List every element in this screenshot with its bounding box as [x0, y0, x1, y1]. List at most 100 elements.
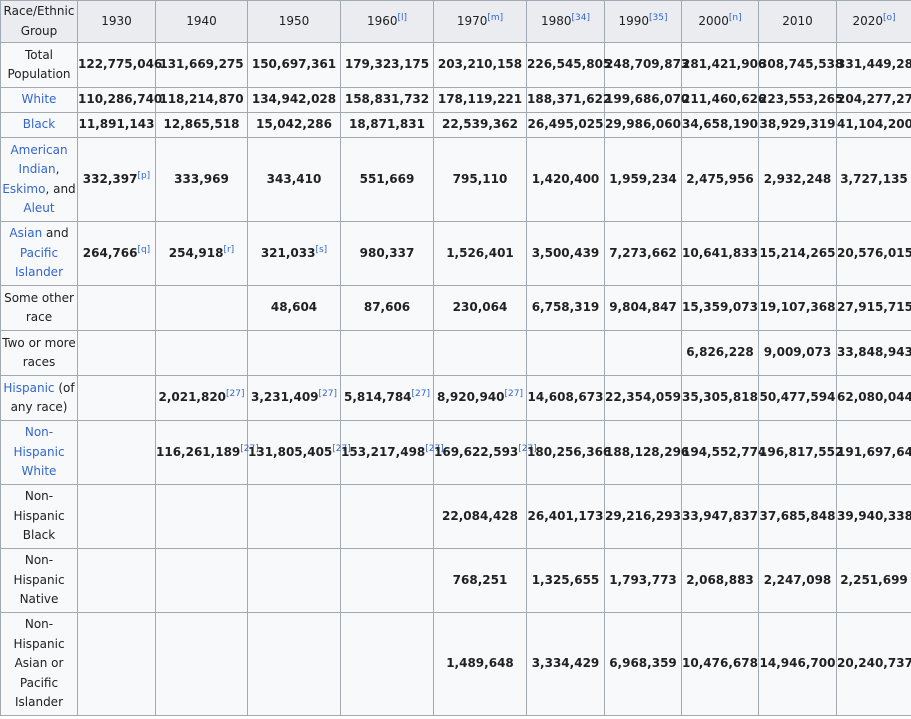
population-cell: 118,214,870	[155, 87, 248, 113]
row-label-two-or-more: Two or more races	[0, 330, 78, 376]
population-cell: 308,745,538	[758, 42, 843, 88]
population-cell: 9,804,847	[604, 285, 682, 331]
population-cell: 3,727,135	[836, 137, 911, 222]
footnote-link[interactable]: [l]	[398, 13, 408, 23]
cell-value: 12,865,518	[163, 117, 240, 132]
cell-value: 254,918	[168, 245, 224, 260]
population-cell: 3,231,409[27]	[247, 375, 341, 421]
population-cell: 150,697,361	[247, 42, 341, 88]
population-cell	[77, 330, 156, 376]
cell-value: 10,641,833	[682, 245, 758, 260]
population-cell	[340, 548, 434, 613]
cell-value: 178,119,221	[437, 92, 523, 107]
population-cell: 281,421,906	[681, 42, 766, 88]
cell-value: 1,526,401	[446, 245, 514, 260]
cell-value: 211,460,626	[682, 92, 767, 107]
footnote-link[interactable]: [m]	[487, 13, 503, 23]
population-cell: 38,929,319	[758, 112, 837, 138]
population-cell: 29,986,060	[604, 112, 682, 138]
year-header-1940: 1940	[155, 0, 248, 43]
cell-value: 3,500,439	[531, 245, 600, 260]
population-cell	[77, 420, 156, 485]
population-cell	[155, 548, 248, 613]
row-label-link[interactable]: Non-Hispanic White	[13, 425, 64, 478]
cell-value: 223,553,265	[759, 92, 844, 107]
cell-value: 29,986,060	[605, 117, 681, 132]
cell-value: 5,814,784	[343, 390, 412, 405]
year-header-2000: 2000[n]	[681, 0, 759, 43]
cell-value: 343,410	[266, 171, 322, 186]
population-cell: 37,685,848	[758, 484, 837, 549]
cell-value: 26,401,173	[527, 508, 604, 523]
population-cell: 188,128,296	[604, 420, 689, 485]
row-label-link[interactable]: Hispanic	[3, 381, 54, 395]
population-cell: 1,325,655	[526, 548, 605, 613]
cell-value: 50,477,594	[759, 390, 836, 405]
row-label-other-race: Some other race	[0, 285, 78, 331]
cell-value: 10,476,678	[682, 656, 758, 671]
footnote-link[interactable]: [p]	[137, 171, 150, 181]
table-row: Black 11,891,143 12,865,518 15,042,286 18,87…	[0, 112, 911, 138]
population-cell: 196,817,552	[758, 420, 843, 485]
population-cell: 27,915,715	[836, 285, 911, 331]
table-row: Some other race 48,604 87,606 230,064 6,758,…	[0, 285, 911, 331]
population-cell: 15,042,286	[247, 112, 341, 138]
footnote-link[interactable]: [27]	[226, 389, 244, 399]
population-cell: 333,969	[155, 137, 248, 222]
population-cell: 15,359,073	[681, 285, 759, 331]
population-cell: 331,449,281	[836, 42, 911, 88]
header-group-label: Race/Ethnic Group	[0, 0, 78, 43]
population-cell: 19,107,368	[758, 285, 837, 331]
cell-value: 333,969	[174, 171, 229, 186]
cell-value: 2,251,699	[840, 572, 908, 587]
cell-value: 27,915,715	[837, 300, 911, 315]
population-cell: 20,576,015	[836, 221, 911, 286]
footnote-link[interactable]: [o]	[883, 13, 896, 23]
row-label-link[interactable]: Black	[23, 117, 55, 131]
cell-value: 980,337	[359, 245, 415, 260]
footnote-link[interactable]: [35]	[649, 13, 667, 23]
cell-value: 15,359,073	[682, 300, 758, 315]
year-label: 1930	[101, 13, 132, 28]
population-cell: 199,686,070	[604, 87, 689, 113]
population-cell: 153,217,498[27]	[340, 420, 444, 485]
population-cell: 2,251,699	[836, 548, 911, 613]
population-cell: 179,323,175	[340, 42, 434, 88]
cell-value: 37,685,848	[759, 508, 836, 523]
cell-value: 14,608,673	[527, 390, 604, 405]
row-label-link[interactable]: White	[22, 92, 57, 106]
footnote-link[interactable]: [27]	[412, 389, 430, 399]
row-label-link[interactable]: Eskimo	[2, 182, 45, 196]
row-label-link[interactable]: Asian	[9, 226, 42, 240]
footnote-link[interactable]: [n]	[729, 13, 742, 23]
table-body: Total Population 122,775,046 131,669,275 15…	[0, 42, 911, 716]
cell-value: 134,942,028	[251, 92, 337, 107]
cell-value: 33,947,837	[682, 508, 758, 523]
population-cell	[604, 330, 682, 376]
row-label-hispanic: Hispanic (of any race)	[0, 375, 78, 421]
footnote-link[interactable]: [r]	[223, 245, 234, 255]
cell-value: 2,932,248	[763, 171, 832, 186]
cell-value: 2,475,956	[686, 171, 754, 186]
footnote-link[interactable]: [q]	[137, 245, 150, 255]
population-cell: 203,210,158	[433, 42, 527, 88]
population-cell: 14,608,673	[526, 375, 605, 421]
footnote-link[interactable]: [34]	[572, 13, 590, 23]
population-cell: 8,920,940[27]	[433, 375, 527, 421]
population-cell: 26,495,025	[526, 112, 605, 138]
cell-value: 9,009,073	[763, 345, 832, 360]
row-label-link[interactable]: Pacific Islander	[15, 246, 63, 280]
row-label-link[interactable]: Aleut	[23, 201, 54, 215]
population-cell: 2,247,098	[758, 548, 837, 613]
cell-value: 768,251	[452, 572, 508, 587]
cell-value: 26,495,025	[527, 117, 604, 132]
footnote-link[interactable]: [27]	[319, 389, 337, 399]
population-cell: 6,968,359	[604, 612, 682, 716]
footnote-link[interactable]: [s]	[315, 245, 327, 255]
cell-value: 169,622,593	[434, 444, 519, 459]
year-header-2020: 2020[o]	[836, 0, 911, 43]
population-cell: 795,110	[433, 137, 527, 222]
population-cell: 131,805,405[27]	[247, 420, 351, 485]
cell-value: 1,420,400	[531, 171, 600, 186]
footnote-link[interactable]: [27]	[505, 389, 523, 399]
